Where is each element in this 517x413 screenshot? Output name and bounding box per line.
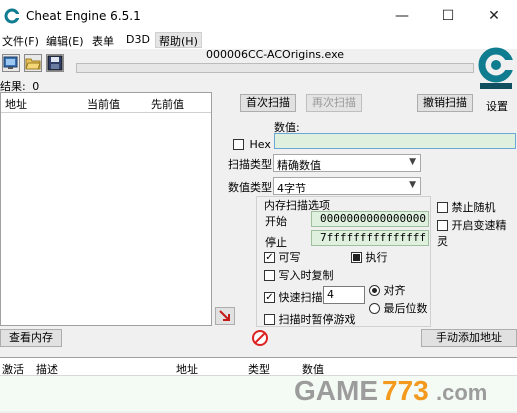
column-active[interactable]: 激活 bbox=[2, 361, 24, 377]
cheat-engine-logo-icon[interactable] bbox=[476, 46, 516, 98]
executable-label: 执行 bbox=[365, 251, 388, 264]
undo-scan-button[interactable]: 撤销扫描 bbox=[417, 94, 473, 112]
cheat-engine-app-icon bbox=[4, 8, 20, 24]
copy-on-write-checkbox[interactable] bbox=[264, 269, 275, 281]
minimize-button[interactable]: — bbox=[379, 0, 425, 32]
value-type-select[interactable]: 4字节 ▼ bbox=[273, 177, 421, 195]
value-type-value: 4字节 bbox=[277, 182, 306, 195]
speedhack-checkbox[interactable] bbox=[437, 219, 448, 231]
memory-view-button[interactable]: 查看内存 bbox=[0, 329, 62, 347]
clear-list-button[interactable] bbox=[251, 329, 269, 347]
watermark-text-b: 773 bbox=[382, 375, 429, 406]
save-button[interactable] bbox=[46, 54, 64, 72]
game773-logo-icon: GAME 773 .com bbox=[294, 375, 487, 406]
first-scan-button[interactable]: 首次扫描 bbox=[240, 94, 296, 112]
menu-d3d[interactable]: D3D bbox=[126, 33, 150, 46]
add-to-list-button[interactable] bbox=[215, 307, 235, 325]
found-address-list[interactable]: 地址 当前值 先前值 bbox=[0, 92, 212, 326]
start-address-label: 开始 bbox=[265, 215, 287, 228]
last-digits-option[interactable]: 最后位数 bbox=[369, 300, 428, 316]
align-label: 对齐 bbox=[383, 284, 406, 297]
save-icon bbox=[47, 55, 63, 71]
fast-scan-label: 快速扫描 bbox=[278, 291, 323, 304]
pause-game-label: 扫描时暂停游戏 bbox=[278, 313, 356, 326]
speedhack-label: 开启变速精灵 bbox=[437, 219, 507, 248]
disable-random-label: 禁止随机 bbox=[451, 201, 496, 214]
column-description[interactable]: 描述 bbox=[36, 361, 58, 377]
arrow-down-right-icon bbox=[219, 310, 230, 321]
next-scan-button[interactable]: 再次扫描 bbox=[306, 94, 362, 112]
hex-label: Hex bbox=[249, 137, 271, 151]
pause-game-checkbox[interactable] bbox=[264, 313, 275, 325]
menu-edit[interactable]: 编辑(E) bbox=[46, 33, 84, 49]
align-option[interactable]: 对齐 bbox=[369, 282, 406, 298]
open-file-button[interactable] bbox=[24, 54, 42, 72]
settings-label[interactable]: 设置 bbox=[486, 98, 508, 114]
menu-help[interactable]: 帮助(H) bbox=[155, 32, 202, 48]
fast-scan-checkbox[interactable] bbox=[264, 291, 275, 303]
menu-file[interactable]: 文件(F) bbox=[2, 33, 39, 49]
menu-table[interactable]: 表单 bbox=[92, 33, 114, 49]
column-previous-value[interactable]: 先前值 bbox=[151, 96, 184, 112]
writable-option[interactable]: 可写 bbox=[264, 249, 301, 265]
executable-option[interactable]: 执行 bbox=[351, 249, 388, 265]
menu-bar: 文件(F) 编辑(E) 表单 D3D 帮助(H) bbox=[0, 32, 517, 49]
disable-random-checkbox[interactable] bbox=[437, 201, 448, 213]
close-button[interactable]: ✕ bbox=[471, 0, 517, 32]
stop-address-input[interactable]: 7fffffffffffffff bbox=[311, 230, 429, 246]
open-process-icon bbox=[3, 56, 18, 69]
hex-option[interactable]: Hex bbox=[233, 137, 271, 151]
speedhack-option[interactable]: 开启变速精灵 bbox=[437, 217, 517, 249]
last-digits-label: 最后位数 bbox=[383, 302, 428, 315]
window-title: Cheat Engine 6.5.1 bbox=[26, 9, 141, 23]
column-current-value[interactable]: 当前值 bbox=[87, 96, 120, 112]
hex-checkbox[interactable] bbox=[233, 138, 244, 150]
column-address[interactable]: 地址 bbox=[5, 96, 27, 112]
open-process-button[interactable] bbox=[2, 54, 20, 72]
chevron-down-icon: ▼ bbox=[409, 180, 416, 190]
scan-value-input[interactable] bbox=[274, 133, 516, 149]
stop-address-label: 停止 bbox=[265, 236, 287, 249]
align-radio[interactable] bbox=[369, 284, 380, 296]
scan-type-label: 扫描类型 bbox=[228, 158, 272, 171]
fast-scan-option[interactable]: 快速扫描 bbox=[264, 289, 323, 305]
address-list-header: 地址 当前值 先前值 bbox=[1, 93, 211, 113]
watermark-text-a: GAME bbox=[294, 375, 378, 406]
process-name: 000006CC-ACOrigins.exe bbox=[205, 48, 345, 61]
add-address-manually-button[interactable]: 手动添加地址 bbox=[421, 329, 517, 347]
last-digits-radio[interactable] bbox=[369, 302, 380, 314]
writable-checkbox[interactable] bbox=[264, 251, 275, 263]
chevron-down-icon: ▼ bbox=[409, 157, 416, 167]
watermark-text-c: .com bbox=[436, 380, 487, 405]
pause-game-option[interactable]: 扫描时暂停游戏 bbox=[264, 311, 356, 327]
disable-random-option[interactable]: 禁止随机 bbox=[437, 199, 496, 215]
title-bar: Cheat Engine 6.5.1 — ☐ ✕ bbox=[0, 0, 517, 32]
no-entry-icon bbox=[252, 330, 268, 346]
scan-type-value: 精确数值 bbox=[277, 159, 321, 172]
site-watermark: GAME 773 .com bbox=[290, 370, 517, 410]
scan-type-select[interactable]: 精确数值 ▼ bbox=[273, 154, 421, 172]
column-type[interactable]: 类型 bbox=[248, 361, 270, 377]
value-type-label: 数值类型 bbox=[228, 181, 272, 194]
start-address-input[interactable]: 0000000000000000 bbox=[311, 211, 429, 227]
fast-scan-alignment-input[interactable]: 4 bbox=[323, 286, 365, 304]
copy-on-write-option[interactable]: 写入时复制 bbox=[264, 267, 334, 283]
scan-progress-bar bbox=[76, 63, 474, 73]
executable-checkbox[interactable] bbox=[351, 251, 362, 263]
maximize-button[interactable]: ☐ bbox=[425, 0, 471, 32]
writable-label: 可写 bbox=[278, 251, 301, 264]
copy-on-write-label: 写入时复制 bbox=[278, 269, 334, 282]
column-table-address[interactable]: 地址 bbox=[176, 361, 198, 377]
open-file-icon bbox=[25, 58, 41, 70]
